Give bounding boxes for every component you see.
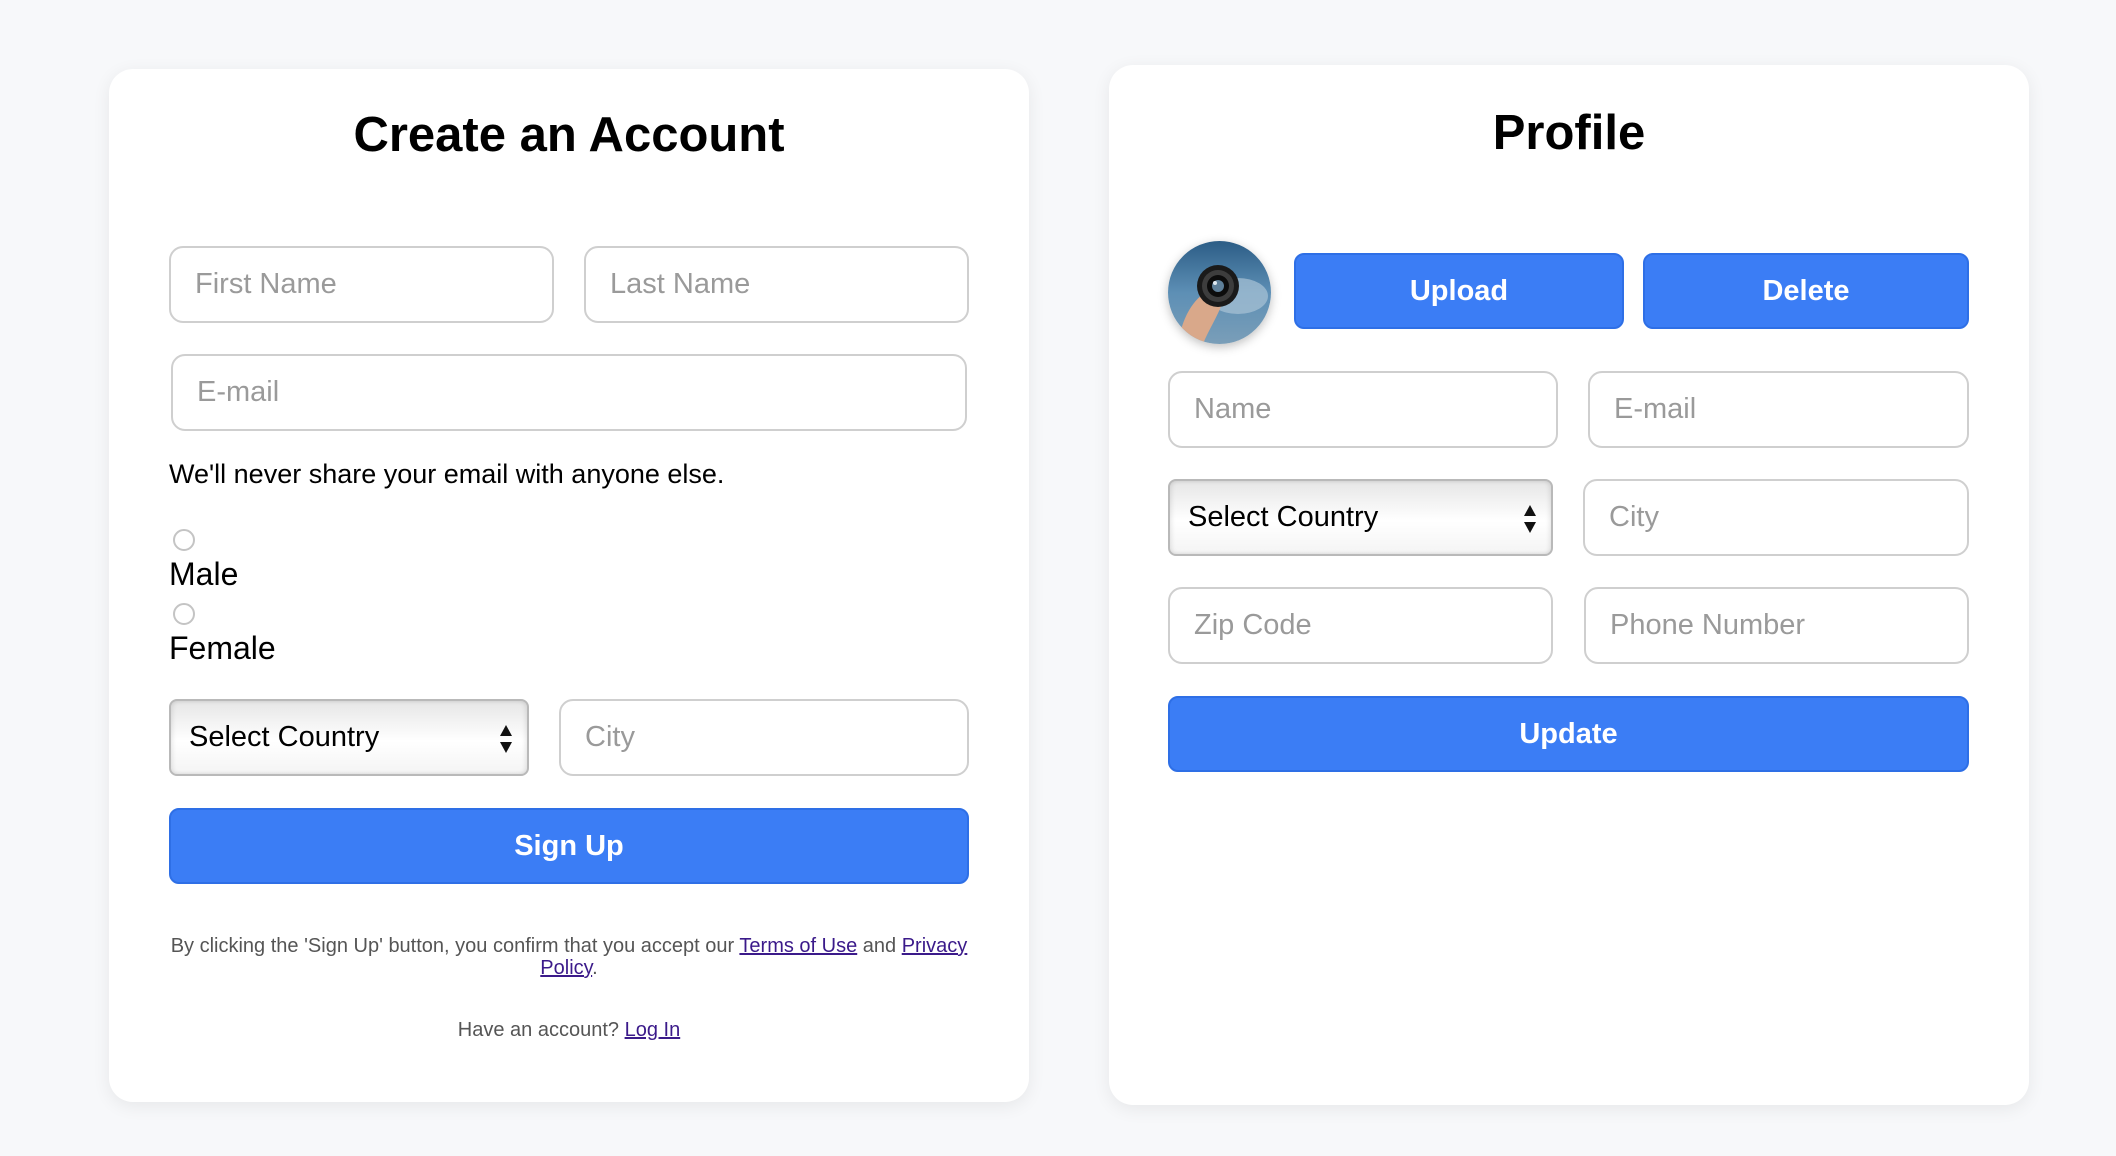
signup-title: Create an Account: [353, 108, 785, 162]
terms-and: and: [862, 935, 897, 957]
log-in-link[interactable]: Log In: [625, 1019, 681, 1041]
terms-prefix: By clicking the 'Sign Up' button, you co…: [170, 935, 735, 957]
camera-lens-photo-icon: [1168, 241, 1271, 344]
phone-number-input[interactable]: [1610, 589, 1943, 662]
name-field[interactable]: [1168, 371, 1558, 448]
signup-card: Create an Account We'll never share your…: [109, 69, 1029, 1102]
login-prompt: Have an account? Log In: [109, 1019, 1029, 1042]
sign-up-button[interactable]: Sign Up: [169, 808, 969, 884]
country-select-value: Select Country: [189, 721, 380, 753]
login-prompt-text: Have an account?: [457, 1019, 620, 1041]
upload-button[interactable]: Upload: [1294, 253, 1624, 329]
city-field[interactable]: [559, 699, 969, 776]
last-name-field[interactable]: [584, 246, 969, 323]
profile-city-field[interactable]: [1583, 479, 1969, 556]
country-select[interactable]: Select Country: [169, 699, 529, 776]
first-name-field[interactable]: [169, 246, 554, 323]
city-input[interactable]: [585, 701, 943, 774]
zip-code-input[interactable]: [1194, 589, 1527, 662]
delete-button[interactable]: Delete: [1643, 253, 1969, 329]
last-name-input[interactable]: [610, 248, 943, 321]
update-button[interactable]: Update: [1168, 696, 1969, 772]
profile-title: Profile: [1492, 106, 1646, 160]
phone-number-field[interactable]: [1584, 587, 1969, 664]
zip-code-field[interactable]: [1168, 587, 1553, 664]
female-radio-label: Female: [169, 630, 276, 666]
select-arrows-icon: [500, 725, 512, 753]
profile-card: Profile Upload Delete Sele: [1109, 65, 2029, 1105]
privacy-link-part2[interactable]: Policy: [540, 957, 592, 979]
male-radio[interactable]: [173, 529, 195, 551]
male-radio-label: Male: [169, 556, 239, 592]
profile-email-input[interactable]: [1614, 373, 1943, 446]
select-arrows-icon: [1524, 505, 1536, 533]
privacy-link-part1[interactable]: Privacy: [902, 935, 968, 957]
terms-text: By clicking the 'Sign Up' button, you co…: [109, 935, 1029, 979]
terms-of-use-link[interactable]: Terms of Use: [739, 935, 857, 957]
profile-country-select-value: Select Country: [1188, 501, 1379, 533]
first-name-input[interactable]: [195, 248, 528, 321]
profile-country-select[interactable]: Select Country: [1168, 479, 1553, 556]
female-radio[interactable]: [173, 603, 195, 625]
profile-email-field[interactable]: [1588, 371, 1969, 448]
profile-city-input[interactable]: [1609, 481, 1943, 554]
name-input[interactable]: [1194, 373, 1532, 446]
email-field[interactable]: [171, 354, 967, 431]
terms-suffix: .: [592, 957, 598, 979]
avatar[interactable]: [1168, 241, 1271, 344]
email-help-text: We'll never share your email with anyone…: [169, 459, 725, 489]
email-input[interactable]: [197, 356, 941, 429]
